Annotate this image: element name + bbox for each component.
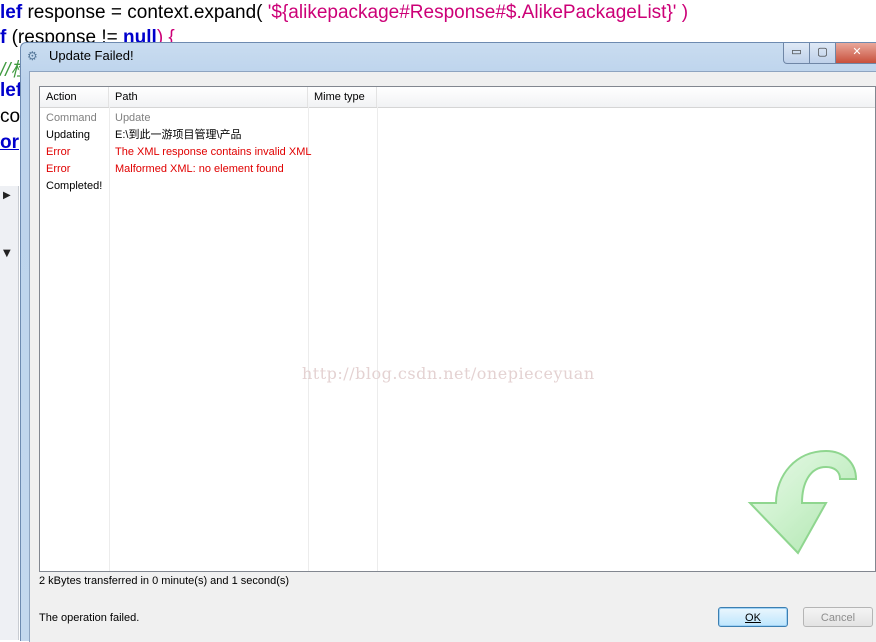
column-header-action[interactable]: Action (40, 87, 109, 107)
row-3-action: Error (46, 146, 71, 158)
editor-gutter: ▶ ▼ (0, 186, 19, 640)
watermark: http://blog.csdn.net/onepieceyuan (302, 364, 595, 383)
expand-triangle-icon: ▶ (3, 190, 11, 201)
column-divider (308, 107, 309, 571)
collapse-triangle-icon: ▼ (3, 248, 11, 259)
ok-button-label: OK (745, 612, 761, 624)
column-divider (109, 107, 110, 571)
green-curved-arrow-icon (747, 449, 858, 555)
code-keyword: lef (0, 80, 23, 101)
code-line-4: lef (0, 80, 22, 102)
transfer-status: 2 kBytes transferred in 0 minute(s) and … (39, 575, 290, 587)
code-string: '${alikepackage#Response#$.AlikePackageL… (262, 2, 677, 23)
code-line-6: or (0, 132, 19, 154)
row-4-action: Error (46, 163, 71, 175)
gear-icon: ⚙ (27, 49, 38, 63)
row-1-action: Command (46, 112, 97, 124)
ok-button[interactable]: OK (718, 607, 788, 627)
close-button[interactable]: ✕ (835, 43, 876, 64)
cancel-button[interactable]: Cancel (803, 607, 873, 627)
row-4-path: Malformed XML: no element found (115, 163, 284, 175)
operation-status: The operation failed. (39, 612, 140, 624)
code-link: or (0, 132, 19, 153)
column-divider (377, 107, 378, 571)
column-header-path[interactable]: Path (109, 87, 308, 107)
maximize-button[interactable]: ▢ (809, 43, 836, 64)
column-header-mime-type[interactable]: Mime type (308, 87, 377, 107)
code-line-1: lef response = context.expand( '${alikep… (0, 2, 688, 24)
list-header: Action Path Mime type (40, 87, 875, 108)
row-3-path: The XML response contains invalid XML (115, 146, 312, 158)
row-1-path: Update (115, 112, 151, 124)
row-2-action: Updating (46, 129, 91, 141)
dialog-titlebar[interactable]: ⚙ Update Failed! ▭ ▢ ✕ (21, 43, 876, 69)
row-5-action: Completed! (46, 180, 103, 192)
code-close: ) (676, 2, 689, 23)
minimize-button[interactable]: ▭ (783, 43, 810, 64)
row-2-path: E:\到此一游项目管理\产品 (115, 129, 242, 141)
code-keyword: lef (0, 2, 23, 23)
dialog-title: Update Failed! (49, 48, 134, 63)
code-text: response = context.expand( (22, 2, 263, 23)
